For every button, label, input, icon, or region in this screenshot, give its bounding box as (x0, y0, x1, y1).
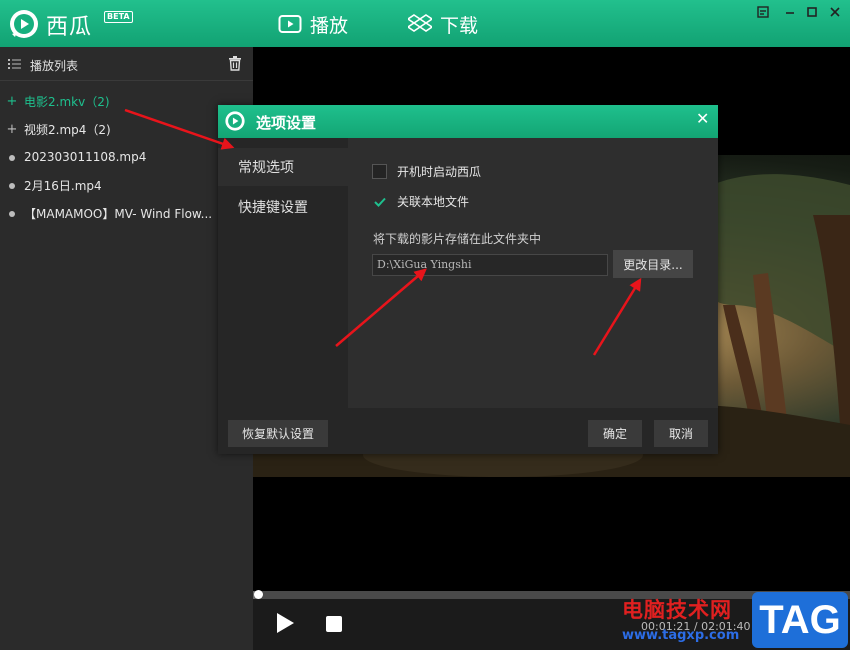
option-autostart[interactable]: 开机时启动西瓜 (372, 163, 481, 180)
progress-handle[interactable] (254, 590, 263, 599)
tab-play-label: 播放 (310, 14, 349, 37)
dialog-title-bar: 选项设置 ✕ (218, 105, 718, 138)
change-directory-button[interactable]: 更改目录... (613, 250, 693, 278)
cancel-button[interactable]: 取消 (654, 420, 708, 447)
nav-general-options[interactable]: 常规选项 (218, 148, 348, 186)
beta-badge: BETA (104, 11, 133, 23)
watermark-tag-logo: TAG (752, 592, 848, 648)
playlist-item[interactable]: 2月16日.mp4 (0, 171, 253, 199)
dropbox-icon (408, 14, 432, 32)
playlist-title: 播放列表 (30, 59, 79, 73)
expand-plus-icon[interactable]: + (0, 122, 24, 137)
trash-icon[interactable] (228, 56, 242, 71)
app-name: 西瓜 (46, 15, 93, 40)
close-button[interactable] (826, 4, 844, 20)
bullet-dot-icon (9, 210, 15, 217)
associate-files-checkbox[interactable] (372, 194, 387, 209)
maximize-icon (807, 7, 817, 17)
options-dialog: 选项设置 ✕ 常规选项 快捷键设置 开机时启动西瓜 关联本地文件 将下载的影片存… (218, 105, 718, 454)
expand-plus-icon[interactable]: + (0, 94, 24, 109)
nav-general-label: 常规选项 (238, 160, 294, 176)
tab-play[interactable]: 播放 (278, 10, 348, 38)
xigua-logo-icon (10, 10, 38, 38)
play-rect-icon (278, 15, 302, 33)
nav-shortcut-label: 快捷键设置 (238, 200, 308, 216)
stop-icon[interactable] (326, 616, 342, 632)
dialog-footer: 恢复默认设置 确定 取消 (218, 408, 718, 454)
dialog-close-icon[interactable]: ✕ (696, 109, 709, 128)
watermark-url: www.tagxp.com (622, 628, 740, 643)
playlist-header: 播放列表 (0, 47, 253, 81)
playlist-item[interactable]: 202303011108.mp4 (0, 143, 253, 171)
close-icon (830, 7, 840, 17)
minimize-button[interactable] (781, 4, 799, 20)
ok-button[interactable]: 确定 (588, 420, 642, 447)
title-bar: 西瓜 BETA 播放 下载 (0, 0, 850, 47)
playlist-item-label: 2月16日.mp4 (24, 178, 102, 193)
watermark-site-name: 电脑技术网 (622, 598, 732, 622)
restore-defaults-button[interactable]: 恢复默认设置 (228, 420, 328, 447)
playlist-item-label: 【MAMAMOO】MV- Wind Flow... (24, 206, 213, 221)
nav-shortcut-settings[interactable]: 快捷键设置 (218, 188, 348, 226)
autostart-label: 开机时启动西瓜 (397, 165, 482, 179)
tab-download[interactable]: 下载 (408, 10, 478, 38)
download-dir-label: 将下载的影片存储在此文件夹中 (373, 232, 542, 246)
xigua-logo-icon (225, 111, 245, 131)
watermark: 电脑技术网 www.tagxp.com TAG (612, 590, 850, 650)
associate-files-label: 关联本地文件 (397, 195, 470, 209)
tab-download-label: 下载 (440, 14, 479, 37)
bullet-dot-icon (9, 182, 15, 189)
autostart-checkbox[interactable] (372, 164, 387, 179)
playlist-item-label: 视频2.mp4（2) (24, 122, 111, 137)
playlist-item[interactable]: + 电影2.mkv（2) (0, 87, 253, 115)
playlist-item[interactable]: 【MAMAMOO】MV- Wind Flow... (0, 199, 253, 227)
dialog-nav: 常规选项 快捷键设置 (218, 138, 348, 408)
maximize-button[interactable] (803, 4, 821, 20)
playlist-item[interactable]: + 视频2.mp4（2) (0, 115, 253, 143)
playlist-sidebar: 播放列表 + 电影2.mkv（2) + 视频2.mp4（2) 202303011… (0, 47, 253, 650)
play-icon[interactable] (275, 612, 295, 634)
option-associate-files[interactable]: 关联本地文件 (372, 193, 469, 210)
bullet-dot-icon (9, 154, 15, 161)
download-dir-input[interactable]: D:\XiGua Yingshi (372, 254, 608, 276)
menu-icon (757, 6, 769, 18)
list-icon (8, 59, 21, 69)
minimize-icon (786, 12, 794, 14)
playlist-item-label: 电影2.mkv（2) (24, 94, 110, 109)
playlist-item-label: 202303011108.mp4 (24, 150, 147, 164)
menu-button[interactable] (754, 4, 772, 20)
checkmark-icon (373, 197, 386, 207)
dialog-title: 选项设置 (256, 114, 317, 132)
dialog-body: 开机时启动西瓜 关联本地文件 将下载的影片存储在此文件夹中 D:\XiGua Y… (348, 138, 718, 408)
